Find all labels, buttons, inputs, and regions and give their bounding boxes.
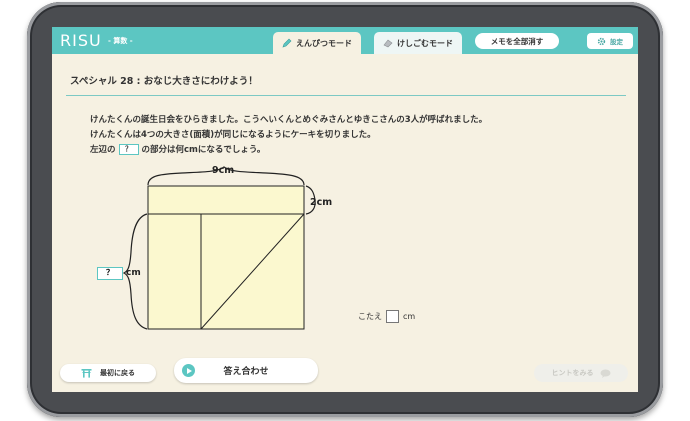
tab-eraser-mode[interactable]: けしごむモード: [374, 32, 462, 54]
tab-pencil-mode[interactable]: えんぴつモード: [273, 32, 361, 54]
speech-bubble-icon: [600, 369, 610, 378]
label-9cm: 9cm: [212, 165, 235, 176]
tab-pencil-label: えんぴつモード: [296, 38, 352, 48]
answer-unit: cm: [403, 312, 416, 321]
problem-text-line-2: けんたくんは4つの大きさ(面積)が同じになるようにケーキを切りました。: [90, 130, 376, 140]
back-to-start-button[interactable]: 最初に戻る: [60, 364, 156, 382]
label-unknown-unit: cm: [126, 268, 141, 278]
gear-icon: [597, 37, 606, 45]
diagonal-line: [200, 213, 305, 330]
cake-outer-rect: [147, 185, 305, 330]
answer-prefix: こたえ: [358, 312, 382, 321]
unknown-marker: ？: [118, 144, 139, 155]
title-divider: [66, 95, 626, 96]
hint-button[interactable]: ヒントをみる: [534, 364, 628, 382]
app-logo: RISU: [60, 31, 102, 50]
unknown-length-box: ？: [97, 267, 123, 280]
gate-icon: [81, 369, 92, 378]
answer-input[interactable]: [386, 310, 399, 323]
check-button-label: 答え合わせ: [223, 367, 269, 377]
settings-label: 設定: [610, 38, 623, 46]
settings-button[interactable]: 設定: [587, 33, 633, 49]
back-button-label: 最初に戻る: [100, 369, 135, 377]
label-2cm: 2cm: [310, 197, 333, 208]
problem-text-line-3: 左辺の？の部分は何cmになるでしょう。: [90, 143, 265, 155]
subject-label: - 算数 -: [108, 37, 133, 45]
answer-row: こたえ cm: [358, 310, 415, 323]
problem-text-line-3-after: の部分は何cmになるでしょう。: [141, 145, 266, 155]
pencil-icon: [282, 38, 292, 48]
clear-memo-button[interactable]: メモを全部消す: [475, 33, 559, 49]
problem-text-line-3-before: 左辺の: [90, 145, 116, 155]
problem-title: スペシャル 28 : おなじ大きさにわけよう！: [70, 76, 258, 87]
hint-button-label: ヒントをみる: [551, 369, 594, 377]
eraser-icon: [383, 39, 393, 48]
play-icon: [182, 364, 195, 377]
app-screen: RISU - 算数 - えんぴつモード けしごむモード メモを全部消す 設定 ス…: [52, 27, 638, 392]
check-answer-button[interactable]: 答え合わせ: [174, 358, 318, 383]
problem-text-line-1: けんたくんの誕生日会をひらきました。こうへいくんとめぐみさんとゆきこさんの3人が…: [90, 115, 488, 125]
top-bar: RISU - 算数 - えんぴつモード けしごむモード メモを全部消す 設定: [52, 27, 638, 54]
tab-eraser-label: けしごむモード: [397, 38, 453, 48]
